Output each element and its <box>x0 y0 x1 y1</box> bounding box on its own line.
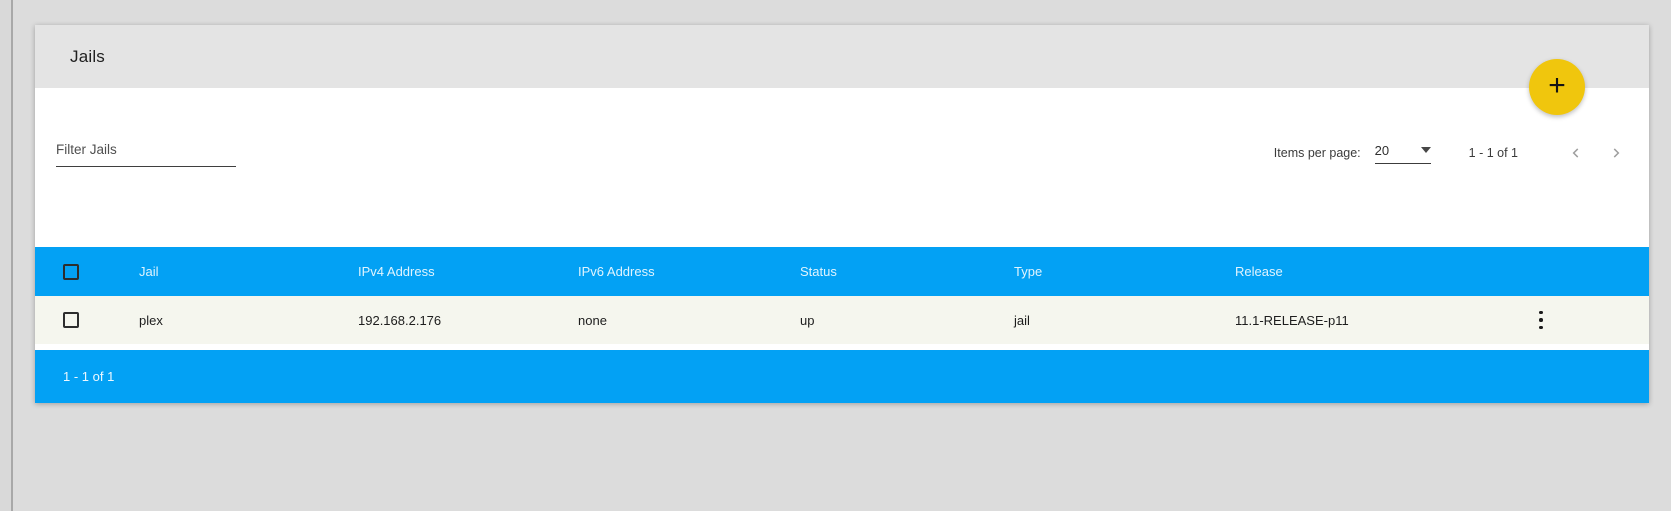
column-header-release: Release <box>1235 264 1283 279</box>
table-header-row: Jail IPv4 Address IPv6 Address Status Ty… <box>35 247 1649 296</box>
cell-ipv4: 192.168.2.176 <box>358 312 442 328</box>
column-header-type: Type <box>1014 264 1043 279</box>
page-title: Jails <box>70 46 106 66</box>
row-checkbox[interactable] <box>63 312 79 328</box>
items-per-page-label: Items per page: <box>1273 146 1361 160</box>
column-header-status: Status <box>800 264 837 279</box>
plus-icon: + <box>1548 69 1566 102</box>
card-header: Jails <box>35 25 1649 88</box>
column-header-jail: Jail <box>139 264 159 279</box>
dropdown-arrow-icon <box>1420 147 1431 153</box>
select-all-cell <box>35 263 139 280</box>
cell-jail: plex <box>139 312 163 328</box>
row-select-cell <box>35 312 139 328</box>
add-jail-button[interactable]: + <box>1529 59 1585 115</box>
previous-page-button[interactable] <box>1564 141 1588 165</box>
next-page-button[interactable] <box>1604 141 1628 165</box>
table-footer: 1 - 1 of 1 <box>35 350 1649 403</box>
jails-card: Jails + Items per page: 20 1 - 1 of 1 <box>35 25 1649 403</box>
cell-release: 11.1-RELEASE-p11 <box>1235 312 1349 328</box>
jails-page: Jails + Items per page: 20 1 - 1 of 1 <box>0 0 1671 511</box>
filter-jails-input[interactable] <box>56 137 236 167</box>
page-size-value: 20 <box>1374 142 1390 158</box>
column-header-ipv4: IPv4 Address <box>358 264 435 279</box>
cell-type: jail <box>1014 312 1030 328</box>
page-size-select[interactable]: 20 <box>1374 142 1431 164</box>
chevron-left-icon <box>1572 148 1579 158</box>
sidebar-edge-divider <box>0 0 13 511</box>
paginator-range-label: 1 - 1 of 1 <box>1468 146 1518 160</box>
paginator: Items per page: 20 1 - 1 of 1 <box>1274 138 1628 168</box>
table-row: plex 192.168.2.176 none up jail 11.1-REL… <box>35 296 1649 344</box>
kebab-menu-icon <box>1539 310 1543 330</box>
cell-ipv6: none <box>578 312 607 328</box>
column-header-ipv6: IPv6 Address <box>578 264 655 279</box>
row-menu-button[interactable] <box>1527 306 1555 334</box>
select-all-checkbox[interactable] <box>63 263 79 280</box>
row-actions-cell <box>1515 306 1649 334</box>
chevron-right-icon <box>1613 148 1620 158</box>
cell-status: up <box>800 312 815 328</box>
footer-range-label: 1 - 1 of 1 <box>63 369 115 384</box>
